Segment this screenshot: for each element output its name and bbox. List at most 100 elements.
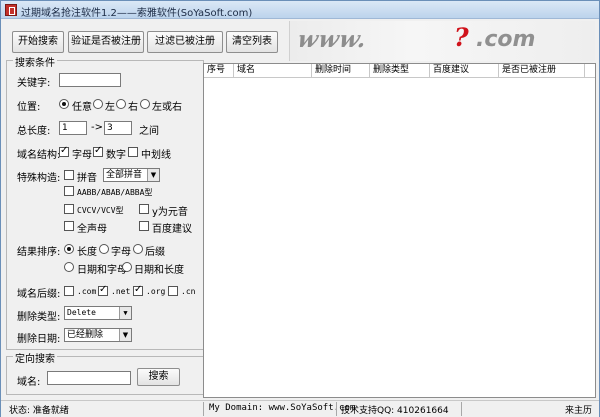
chevron-down-icon: ▼ bbox=[147, 169, 159, 181]
suffix-cn-label: .cn bbox=[181, 287, 196, 296]
y-vowel-label: y为元音 bbox=[152, 207, 188, 218]
structure-letters-checkbox[interactable] bbox=[59, 145, 69, 157]
pinyin-select-value: 全部拼音 bbox=[106, 170, 143, 180]
sort-option-suffix: 后缀 bbox=[145, 247, 165, 258]
length-min-input[interactable]: 1 bbox=[59, 121, 87, 135]
sort-option-date-letter: 日期和字母 bbox=[77, 265, 127, 276]
sort-radio-date-length[interactable] bbox=[122, 262, 132, 272]
banner-logo: www. ? .com bbox=[289, 21, 595, 61]
banner-text-mark: ? bbox=[454, 23, 469, 52]
results-table[interactable]: 序号 域名 删除时间 删除类型 百度建议 是否已被注册 bbox=[203, 63, 596, 398]
suffix-org-checkbox[interactable] bbox=[133, 284, 143, 296]
window-title: 过期域名抢注软件1.2——索雅软件(SoYaSoft.com) bbox=[21, 8, 253, 19]
sort-option-length: 长度 bbox=[77, 247, 97, 258]
direct-search-button[interactable]: 搜索 bbox=[137, 368, 180, 386]
chevron-down-icon: ▼ bbox=[119, 329, 131, 341]
aabb-checkbox[interactable] bbox=[64, 186, 74, 196]
position-option-either: 左或右 bbox=[152, 102, 182, 113]
pinyin-label: 拼音 bbox=[77, 173, 97, 184]
chevron-down-icon: ▼ bbox=[119, 307, 131, 319]
status-author: 来主历 bbox=[565, 406, 593, 416]
keyword-label: 关键字: bbox=[17, 78, 51, 89]
status-separator bbox=[203, 402, 204, 416]
structure-digits-label: 数字 bbox=[106, 150, 126, 161]
position-option-left: 左 bbox=[105, 102, 115, 113]
start-search-button[interactable]: 开始搜索 bbox=[12, 31, 64, 53]
app-icon bbox=[5, 4, 17, 16]
y-vowel-checkbox[interactable] bbox=[139, 204, 149, 214]
direct-domain-label: 域名: bbox=[17, 377, 41, 388]
position-label: 位置: bbox=[17, 102, 41, 113]
table-header: 序号 域名 删除时间 删除类型 百度建议 是否已被注册 bbox=[204, 64, 595, 78]
status-domain-link[interactable]: My Domain: www.SoYaSoft.com bbox=[209, 403, 355, 413]
delete-date-select[interactable]: 已经删除 ▼ bbox=[64, 328, 132, 342]
sort-radio-length[interactable] bbox=[64, 244, 74, 254]
app-window: 过期域名抢注软件1.2——索雅软件(SoYaSoft.com) 开始搜索 验证是… bbox=[0, 0, 600, 417]
pinyin-select[interactable]: 全部拼音 ▼ bbox=[103, 168, 160, 182]
suffix-org-label: .org bbox=[146, 287, 166, 296]
position-radio-either[interactable] bbox=[140, 99, 150, 109]
delete-date-label: 删除日期: bbox=[17, 334, 61, 345]
length-separator: -> bbox=[91, 122, 103, 133]
suffix-com-checkbox[interactable] bbox=[64, 286, 74, 296]
status-separator bbox=[461, 402, 462, 416]
verify-registered-button[interactable]: 验证是否被注册 bbox=[68, 31, 144, 53]
position-radio-left[interactable] bbox=[93, 99, 103, 109]
status-separator bbox=[336, 402, 337, 416]
status-support-qq: 技术支持QQ: 410261664 bbox=[341, 406, 449, 416]
delete-type-label: 删除类型: bbox=[17, 312, 61, 323]
special-label: 特殊构造: bbox=[17, 173, 61, 184]
baidu-suggest-checkbox[interactable] bbox=[139, 221, 149, 231]
filter-registered-button[interactable]: 过滤已被注册 bbox=[147, 31, 223, 53]
structure-label: 域名结构: bbox=[17, 150, 61, 161]
delete-date-value: 已经删除 bbox=[67, 330, 104, 340]
suffix-net-checkbox[interactable] bbox=[98, 284, 108, 296]
status-state: 状态: 准备就绪 bbox=[9, 406, 69, 416]
sort-option-letter: 字母 bbox=[111, 247, 131, 258]
column-header-domain[interactable]: 域名 bbox=[234, 64, 312, 78]
column-header-registered[interactable]: 是否已被注册 bbox=[499, 64, 585, 78]
suffix-com-label: .com bbox=[77, 287, 97, 296]
keyword-input[interactable] bbox=[59, 73, 121, 87]
sort-radio-suffix[interactable] bbox=[133, 244, 143, 254]
length-suffix: 之间 bbox=[139, 126, 159, 137]
sort-label: 结果排序: bbox=[17, 247, 61, 258]
direct-search-legend: 定向搜索 bbox=[13, 350, 57, 365]
status-bar: 状态: 准备就绪 My Domain: www.SoYaSoft.com 技术支… bbox=[1, 400, 599, 417]
column-header-delete-time[interactable]: 删除时间 bbox=[312, 64, 370, 78]
column-header-index[interactable]: 序号 bbox=[204, 64, 234, 78]
direct-domain-input[interactable] bbox=[47, 371, 131, 385]
structure-letters-label: 字母 bbox=[72, 150, 92, 161]
total-length-label: 总长度: bbox=[17, 126, 51, 137]
length-max-input[interactable]: 3 bbox=[104, 121, 132, 135]
sort-radio-date-letter[interactable] bbox=[64, 262, 74, 272]
title-bar: 过期域名抢注软件1.2——索雅软件(SoYaSoft.com) bbox=[1, 1, 599, 19]
banner-text-right: .com bbox=[476, 27, 536, 52]
sort-option-date-length: 日期和长度 bbox=[134, 265, 184, 276]
aabb-label: AABB/ABAB/ABBA型 bbox=[77, 188, 153, 197]
pinyin-checkbox[interactable] bbox=[64, 170, 74, 180]
banner-text-left: www. bbox=[295, 26, 370, 53]
sort-radio-letter[interactable] bbox=[99, 244, 109, 254]
delete-type-value: Delete bbox=[67, 308, 96, 317]
column-header-baidu-suggest[interactable]: 百度建议 bbox=[430, 64, 499, 78]
baidu-suggest-label: 百度建议 bbox=[152, 224, 192, 235]
all-vowel-checkbox[interactable] bbox=[64, 221, 74, 231]
position-radio-right[interactable] bbox=[116, 99, 126, 109]
clear-list-button[interactable]: 清空列表 bbox=[226, 31, 278, 53]
structure-hyphen-label: 中划线 bbox=[141, 150, 171, 161]
structure-digits-checkbox[interactable] bbox=[93, 145, 103, 157]
position-radio-any[interactable] bbox=[59, 99, 69, 109]
table-scroll-area bbox=[585, 78, 595, 397]
position-option-right: 右 bbox=[128, 102, 138, 113]
suffix-cn-checkbox[interactable] bbox=[168, 286, 178, 296]
structure-hyphen-checkbox[interactable] bbox=[128, 147, 138, 157]
position-option-any: 任意 bbox=[72, 102, 92, 113]
all-vowel-label: 全声母 bbox=[77, 224, 107, 235]
column-header-delete-type[interactable]: 删除类型 bbox=[370, 64, 430, 78]
search-conditions-legend: 搜索条件 bbox=[13, 54, 57, 69]
suffix-net-label: .net bbox=[111, 287, 131, 296]
delete-type-select[interactable]: Delete ▼ bbox=[64, 306, 132, 320]
cvcv-label: CVCV/VCV型 bbox=[77, 206, 124, 215]
cvcv-checkbox[interactable] bbox=[64, 204, 74, 214]
